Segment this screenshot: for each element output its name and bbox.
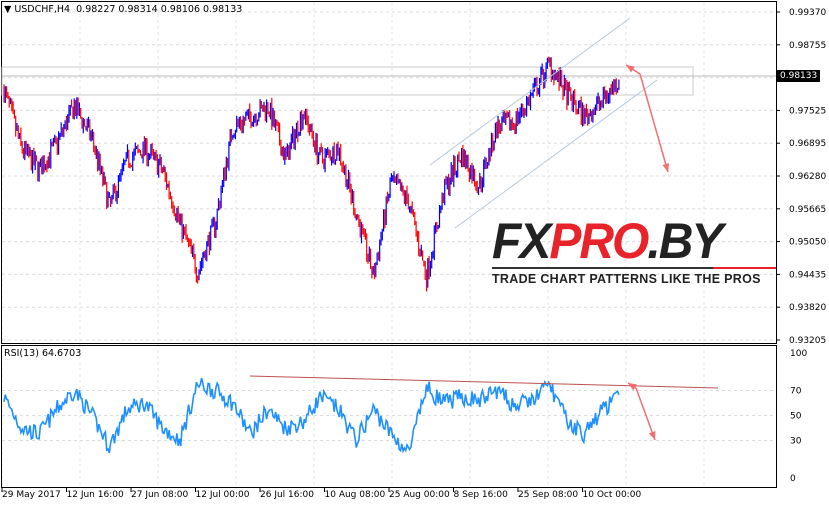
rsi-down-arrow: [635, 387, 656, 441]
time-label: 27 Jun 08:00: [131, 490, 188, 500]
price-label: 0.93820: [789, 303, 826, 313]
rsi-level-label: 70: [790, 387, 802, 397]
rsi-up-arrow-head: [628, 383, 637, 391]
time-label: 10 Oct 00:00: [583, 490, 642, 500]
current-price-tag: 0.98133: [777, 70, 821, 82]
resistance-zone: [1, 66, 694, 96]
price-label: 0.98755: [789, 41, 826, 51]
price-label: 0.95050: [789, 238, 826, 248]
down-arrow-head: [662, 163, 670, 172]
main-pane: [1, 1, 777, 344]
time-label: 25 Aug 00:00: [389, 490, 450, 500]
collapse-icon[interactable]: ▼: [4, 4, 14, 15]
time-label: 29 May 2017: [2, 490, 61, 500]
chart-title: ▼ USDCHF,H4 0.98227 0.98314 0.98106 0.98…: [4, 4, 242, 15]
price-label: 0.99370: [789, 8, 826, 18]
rsi-level-label: 50: [790, 412, 802, 422]
price-label: 0.94435: [789, 270, 826, 280]
time-label: 8 Sep 16:00: [454, 490, 509, 500]
time-label: 12 Jun 16:00: [67, 490, 124, 500]
channel-lower: [454, 79, 658, 229]
rsi-level-label: 0: [790, 474, 796, 484]
rsi-level-label: 100: [790, 349, 807, 359]
symbol-label: USDCHF,H4: [14, 4, 71, 15]
rsi-trend-line: [249, 375, 719, 389]
time-label: 26 Jul 16:00: [260, 490, 314, 500]
time-label: 10 Aug 08:00: [325, 490, 386, 500]
rsi-down-arrow-head: [648, 431, 656, 440]
price-label: 0.95665: [789, 205, 826, 215]
chart-window: 0.99370 0.98755 0.97525 0.96895 0.96280 0.956…: [0, 0, 829, 505]
rsi-pane: [1, 345, 777, 488]
down-arrow: [639, 73, 669, 173]
up-arrow-head: [626, 65, 635, 73]
price-label: 0.96280: [789, 172, 826, 182]
rsi-label: RSI(13) 64.6703: [4, 348, 82, 359]
price-label: 0.93205: [789, 336, 826, 346]
rsi-level-label: 30: [790, 437, 802, 447]
ohlc-values: 0.98227 0.98314 0.98106 0.98133: [76, 4, 243, 15]
price-label: 0.97525: [789, 106, 826, 116]
fxpro-logo: FXPRO.BY TRADE CHART PATTERNS LIKE THE P…: [492, 216, 776, 286]
logo-tagline: TRADE CHART PATTERNS LIKE THE PROS: [492, 272, 761, 286]
time-label: 25 Sep 08:00: [518, 490, 578, 500]
time-label: 12 Jul 00:00: [196, 490, 250, 500]
price-label: 0.96895: [789, 139, 826, 149]
